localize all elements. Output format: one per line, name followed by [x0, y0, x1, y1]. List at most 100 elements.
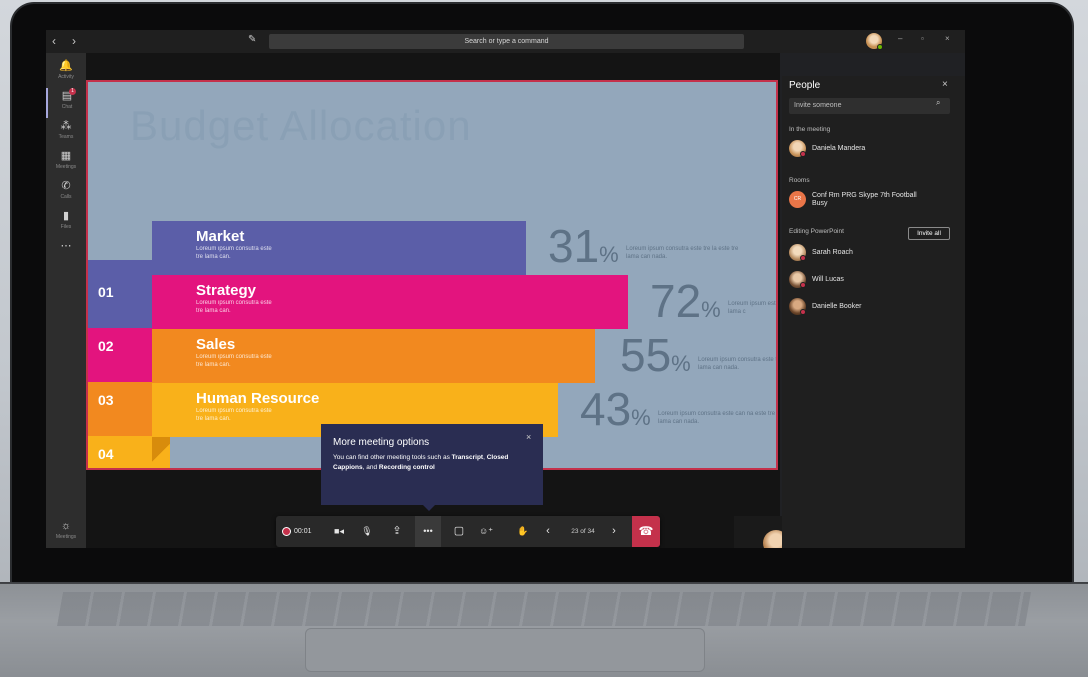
invite-someone-input[interactable]: Invite someone [789, 98, 950, 114]
row-number: 02 [88, 328, 152, 382]
percent-strategy: 72% [650, 275, 721, 327]
percent-desc: Loreum ipsum consutra este tre lama can … [698, 357, 778, 371]
tooltip-caret [423, 505, 435, 511]
rail-label: Meetings [55, 164, 77, 170]
participants-icon[interactable]: ☺⁺ [475, 516, 497, 547]
trackpad [305, 628, 705, 672]
band-sales: Sales Loreum ipsum consutra este tre lam… [152, 329, 595, 383]
mic-icon[interactable]: 🎙 [356, 516, 378, 547]
rail-label: Meetings [55, 534, 77, 540]
teams-window: ‹ › ✎ Search or type a command – ▫ × 🔔 A… [46, 30, 965, 548]
slide-title: Budget Allocation [130, 102, 472, 149]
panel-title: People [789, 80, 821, 91]
rail-item-activity[interactable]: 🔔 Activity [46, 58, 86, 88]
band-market: Market Loreum ipsum consutra este tre la… [152, 221, 526, 275]
band-desc: Loreum ipsum consutra este tre lama can. [196, 300, 272, 314]
row-number: 04 [88, 436, 152, 468]
presence-busy-icon [800, 309, 806, 315]
phone-icon: ✆ [61, 180, 71, 192]
section-label-rooms: Rooms [789, 177, 810, 184]
band-title: Human Resource [196, 390, 320, 407]
section-label-in-meeting: In the meeting [789, 126, 831, 133]
row-number: 01 [88, 274, 152, 328]
help-icon: ☼ [60, 520, 72, 532]
chat-icon: ▤ [61, 90, 73, 102]
presence-available-icon [877, 44, 883, 50]
participant-row[interactable]: Will Lucas [789, 271, 959, 291]
command-search-input[interactable]: Search or type a command [269, 34, 744, 49]
percent-market: 31% [548, 220, 619, 272]
meeting-stage: Budget Allocation 01 02 03 04 Market Lor… [86, 53, 828, 548]
rail-item-more-apps[interactable]: ⋯ [46, 238, 86, 268]
rail-item-teams[interactable]: ⁂ Teams [46, 118, 86, 148]
keyboard [57, 592, 1031, 626]
app-rail: 🔔 Activity ▤ Chat 1 ⁂ Teams ▦ Meetings ✆… [46, 53, 86, 548]
previous-slide-icon[interactable]: ‹ [540, 516, 556, 547]
minimize-icon[interactable]: – [898, 34, 902, 43]
percent-human-resource: 43% [580, 383, 651, 435]
rail-label: Activity [58, 74, 74, 80]
teams-icon: ⁂ [60, 120, 72, 132]
rail-label: Files [60, 224, 72, 230]
band-title: Strategy [196, 282, 257, 299]
percent-desc: Loreum ipsum consutra este can na este t… [658, 411, 776, 425]
close-window-icon[interactable]: × [945, 34, 950, 43]
rail-item-calls[interactable]: ✆ Calls [46, 178, 86, 208]
raise-hand-icon[interactable]: ✋ [512, 516, 534, 547]
invite-all-button[interactable]: Invite all [908, 227, 950, 240]
back-arrow-icon[interactable]: ‹ [52, 34, 56, 48]
hang-up-button[interactable]: ☎ [632, 516, 660, 547]
room-row[interactable]: CR Conf Rm PRG Skype 7th Football Busy [789, 191, 959, 213]
compose-icon[interactable]: ✎ [248, 34, 256, 45]
band-title: Market [196, 228, 245, 245]
next-slide-icon[interactable]: › [606, 516, 622, 547]
rail-item-help[interactable]: ☼ Meetings [46, 518, 86, 548]
band-desc: Loreum ipsum consutra este tre lama can. [196, 246, 272, 260]
section-label-editing: Editing PowerPoint [789, 228, 844, 235]
band-desc: Loreum ipsum consutra este tre lama can. [196, 354, 272, 368]
more-options-button[interactable]: ••• [415, 516, 441, 547]
maximize-icon[interactable]: ▫ [921, 34, 924, 43]
presence-busy-icon [800, 282, 806, 288]
band-strategy: Strategy Loreum ipsum consutra este tre … [152, 275, 628, 329]
close-icon[interactable]: × [942, 79, 948, 90]
participant-name: Sarah Roach [812, 249, 853, 256]
rail-label: Teams [58, 134, 74, 140]
participant-row[interactable]: Daniela Mandera [789, 140, 959, 160]
bell-icon: 🔔 [59, 60, 73, 72]
more-apps-icon: ⋯ [60, 240, 72, 252]
participant-row[interactable]: Sarah Roach [789, 244, 959, 264]
forward-arrow-icon[interactable]: › [72, 34, 76, 48]
unread-badge: 1 [69, 88, 76, 95]
participant-name: Daniela Mandera [812, 145, 866, 152]
slide-counter: 23 of 34 [571, 528, 595, 535]
camera-icon[interactable]: ■◂ [328, 516, 350, 547]
rail-item-chat[interactable]: ▤ Chat [46, 88, 86, 118]
band-desc: Loreum ipsum consutra este tre lama can. [196, 408, 272, 422]
rail-label: Calls [60, 194, 72, 200]
presence-busy-icon [800, 151, 806, 157]
band-title: Sales [196, 336, 236, 353]
file-icon: ▮ [62, 210, 70, 222]
percent-desc: Loreum ipsum este tre lama c [728, 301, 778, 315]
row-number: 03 [88, 382, 152, 436]
rail-item-files[interactable]: ▮ Files [46, 208, 86, 238]
participant-name: Danielle Booker [812, 303, 862, 310]
tooltip-body: You can find other meeting tools such as… [333, 454, 509, 471]
tooltip-close-icon[interactable]: × [526, 432, 531, 442]
people-panel: People × Invite someone ⌕ In the meeting… [782, 76, 965, 548]
percent-desc: Loreum ipsum consutra este tre la este t… [626, 246, 739, 260]
participant-row[interactable]: Danielle Booker [789, 298, 959, 318]
chat-toggle-icon[interactable]: ▢ [448, 516, 470, 547]
search-icon[interactable]: ⌕ [936, 98, 940, 108]
rail-item-meetings[interactable]: ▦ Meetings [46, 148, 86, 178]
more-options-tooltip: More meeting options You can find other … [321, 424, 543, 505]
percent-sales: 55% [620, 329, 691, 381]
participant-name: Will Lucas [812, 276, 844, 283]
presence-busy-icon [800, 255, 806, 261]
recording-icon [282, 527, 291, 536]
share-screen-icon[interactable]: ⇪ [386, 516, 408, 547]
room-avatar: CR [789, 191, 806, 208]
band-fold [152, 437, 170, 468]
title-bar: ‹ › ✎ Search or type a command – ▫ × [46, 30, 965, 53]
